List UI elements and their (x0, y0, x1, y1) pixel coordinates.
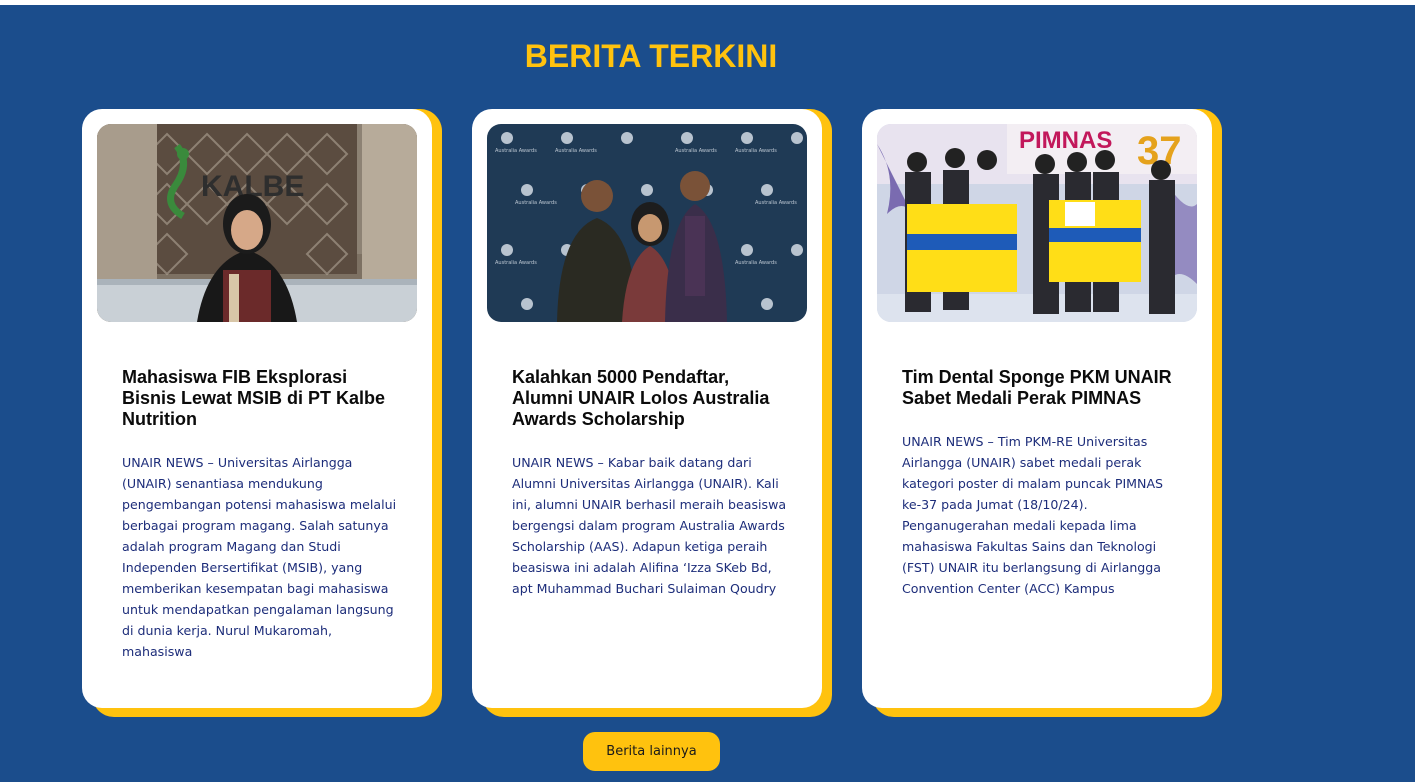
svg-text:Australia Awards: Australia Awards (495, 260, 537, 266)
news-title[interactable]: Kalahkan 5000 Pendaftar, Alumni UNAIR Lo… (512, 367, 787, 430)
svg-text:Australia Awards: Australia Awards (735, 260, 777, 266)
pimnas-banner-text: PIMNAS (1019, 127, 1112, 154)
news-image[interactable]: Australia Awards Australia Awards Austra… (487, 124, 807, 322)
card-body: KALBE Mahasiswa FIB Eksplorasi Bisnis Le… (82, 109, 432, 708)
news-card[interactable]: KALBE Mahasiswa FIB Eksplorasi Bisnis Le… (82, 109, 442, 717)
svg-text:Australia Awards: Australia Awards (675, 148, 717, 154)
news-image[interactable]: PIMNAS 37 (877, 124, 1197, 322)
svg-text:Australia Awards: Australia Awards (495, 148, 537, 154)
news-card[interactable]: Australia Awards Australia Awards Austra… (472, 109, 832, 717)
news-image[interactable]: KALBE (97, 124, 417, 322)
svg-text:Australia Awards: Australia Awards (755, 200, 797, 206)
news-card[interactable]: PIMNAS 37 Tim Dental Sponge PKM UNAIR Sa… (862, 109, 1222, 717)
svg-text:Australia Awards: Australia Awards (735, 148, 777, 154)
news-title[interactable]: Mahasiswa FIB Eksplorasi Bisnis Lewat MS… (122, 367, 397, 430)
card-body: PIMNAS 37 Tim Dental Sponge PKM UNAIR Sa… (862, 109, 1212, 708)
news-excerpt: UNAIR NEWS – Universitas Airlangga (UNAI… (122, 455, 397, 659)
news-title[interactable]: Tim Dental Sponge PKM UNAIR Sabet Medali… (902, 367, 1177, 409)
svg-text:Australia Awards: Australia Awards (515, 200, 557, 206)
card-body: Australia Awards Australia Awards Austra… (472, 109, 822, 708)
news-excerpt: UNAIR NEWS – Tim PKM-RE Universitas Airl… (902, 434, 1164, 596)
section-title: BERITA TERKINI (524, 38, 778, 74)
more-news-button[interactable]: Berita lainnya (583, 732, 720, 771)
svg-text:Australia Awards: Australia Awards (555, 148, 597, 154)
news-section: BERITA TERKINI KALBE Mahasiswa FIB Ekspl… (0, 5, 1415, 782)
news-excerpt: UNAIR NEWS – Kabar baik datang dari Alum… (512, 455, 787, 596)
